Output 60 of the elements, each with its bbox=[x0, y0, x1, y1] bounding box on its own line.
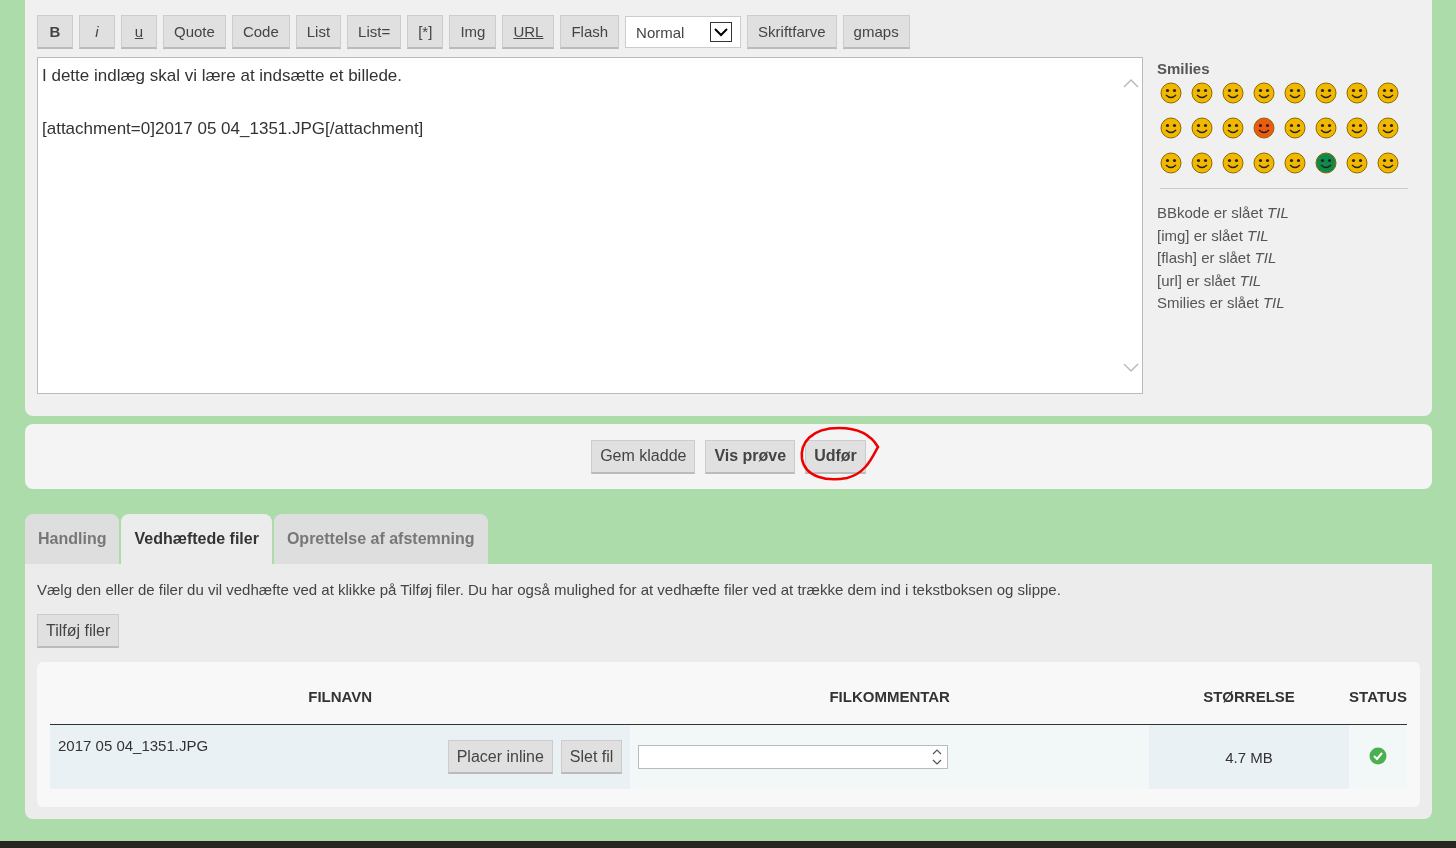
tab[interactable]: Vedhæftede filer bbox=[121, 514, 272, 564]
smiley-icon[interactable] bbox=[1222, 82, 1244, 104]
smiley-icon[interactable] bbox=[1191, 152, 1213, 174]
setting-status: Smilies er slået TIL bbox=[1157, 293, 1286, 313]
column-header: FILNAVN bbox=[50, 674, 631, 725]
smiley-icon[interactable] bbox=[1160, 82, 1182, 104]
smiley-icon[interactable] bbox=[1346, 82, 1368, 104]
comment-field[interactable] bbox=[638, 745, 949, 769]
column-header: STATUS bbox=[1349, 674, 1407, 725]
setting-status: [url] er slået TIL bbox=[1157, 270, 1263, 291]
smilies-title: Smilies bbox=[1157, 60, 1211, 77]
smiley-icon[interactable] bbox=[1253, 117, 1275, 139]
action-button[interactable]: Udfør bbox=[805, 439, 866, 474]
setting-status: [img] er slået TIL bbox=[1157, 225, 1270, 246]
size-cell: 4.7 MB bbox=[1149, 724, 1349, 789]
attach-hint: Vælg den eller de filer du vil vedhæfte ved at klikke på Tilføj filer. Du har også mulighed for at vedhæfte filer ved at trække dem ind i tekstboksen og slippe. bbox=[37, 581, 1062, 598]
smiley-icon[interactable] bbox=[1346, 117, 1368, 139]
column-header: STØRRELSE bbox=[1149, 674, 1349, 725]
smiley-icon[interactable] bbox=[1377, 152, 1399, 174]
setting-status: [flash] er slået TIL bbox=[1157, 248, 1278, 268]
column-header: FILKOMMENTAR bbox=[630, 674, 1149, 725]
smiley-icon[interactable] bbox=[1346, 152, 1368, 174]
format-button[interactable]: i bbox=[79, 15, 115, 49]
smiley-icon[interactable] bbox=[1253, 152, 1275, 174]
add-files-button[interactable]: Tilføj filer bbox=[37, 614, 120, 648]
smiley-icon[interactable] bbox=[1160, 117, 1182, 139]
format-button[interactable]: B bbox=[37, 15, 73, 49]
format-button[interactable]: gmaps bbox=[842, 15, 910, 49]
smiley-icon[interactable] bbox=[1315, 82, 1337, 104]
setting-status: BBkode er slået TIL bbox=[1157, 203, 1290, 223]
smiley-icon[interactable] bbox=[1377, 82, 1399, 104]
format-button[interactable]: Code bbox=[231, 15, 290, 49]
action-button[interactable]: Gem kladde bbox=[591, 439, 696, 474]
format-button[interactable]: List bbox=[295, 15, 342, 49]
format-button[interactable]: Flash bbox=[560, 15, 620, 49]
smiley-icon[interactable] bbox=[1253, 82, 1275, 104]
smiley-icon[interactable] bbox=[1191, 82, 1213, 104]
font-size-select[interactable]: Normal bbox=[625, 16, 742, 48]
action-button[interactable]: Vis prøve bbox=[705, 439, 796, 474]
smiley-icon[interactable] bbox=[1315, 152, 1337, 174]
dropdown-icon bbox=[710, 22, 733, 42]
filename-cell: 2017 05 04_1351.JPG bbox=[50, 724, 315, 789]
smiley-icon[interactable] bbox=[1315, 117, 1337, 139]
format-button[interactable]: [*] bbox=[407, 15, 444, 49]
file-action-button[interactable]: Placer inline bbox=[447, 740, 553, 774]
smiley-icon[interactable] bbox=[1377, 117, 1399, 139]
format-button[interactable]: Quote bbox=[163, 15, 226, 49]
smiley-icon[interactable] bbox=[1191, 117, 1213, 139]
smiley-icon[interactable] bbox=[1284, 152, 1306, 174]
format-button[interactable]: Skriftfarve bbox=[747, 15, 837, 49]
smiley-icon[interactable] bbox=[1160, 152, 1182, 174]
format-button[interactable]: URL bbox=[502, 15, 555, 49]
smiley-icon[interactable] bbox=[1284, 82, 1306, 104]
file-action-button[interactable]: Slet fil bbox=[560, 740, 623, 774]
format-button[interactable]: List= bbox=[347, 15, 402, 49]
smiley-icon[interactable] bbox=[1222, 152, 1244, 174]
smiley-icon[interactable] bbox=[1222, 117, 1244, 139]
format-button[interactable]: u bbox=[121, 15, 157, 49]
smiley-icon[interactable] bbox=[1284, 117, 1306, 139]
format-button[interactable]: Img bbox=[449, 15, 497, 49]
